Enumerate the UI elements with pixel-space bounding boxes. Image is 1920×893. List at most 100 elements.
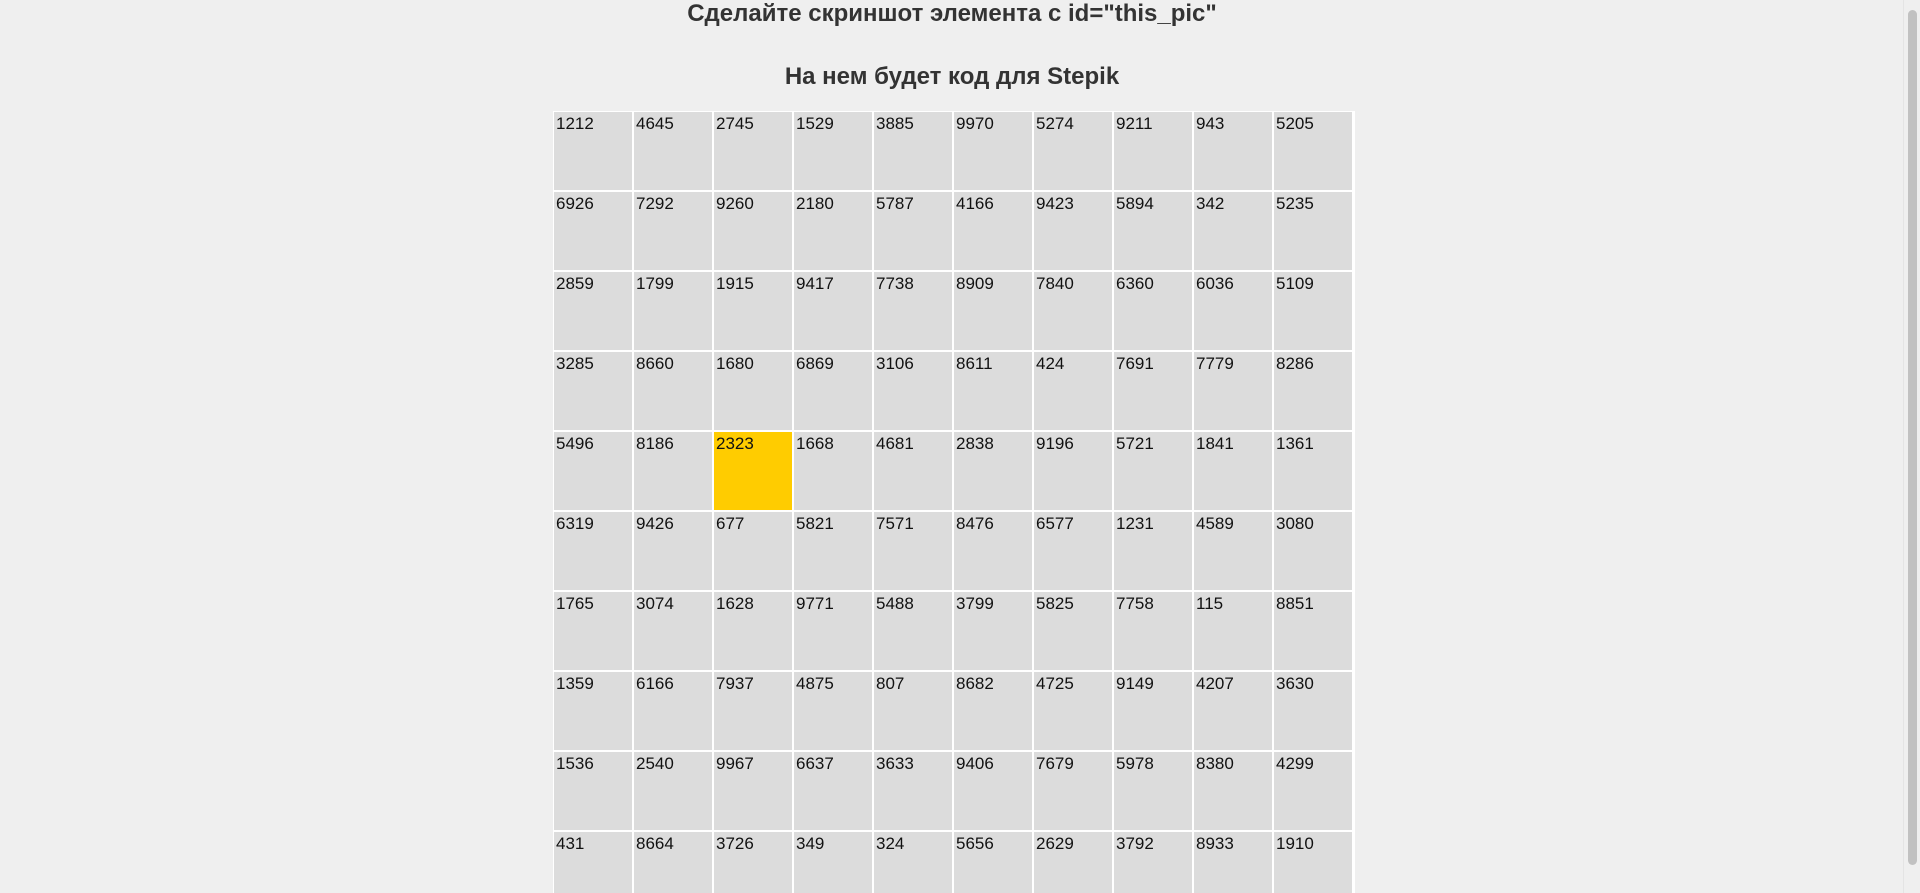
grid-cell: 4589 xyxy=(1194,512,1272,590)
grid-cell: 7292 xyxy=(634,192,712,270)
grid-cell: 5109 xyxy=(1274,272,1352,350)
grid-cell: 2838 xyxy=(954,432,1032,510)
grid-cell: 9423 xyxy=(1034,192,1112,270)
grid-cell: 5496 xyxy=(554,432,632,510)
grid-cell: 349 xyxy=(794,832,872,893)
grid-cell: 3080 xyxy=(1274,512,1352,590)
grid-cell: 3106 xyxy=(874,352,952,430)
grid-cell: 1361 xyxy=(1274,432,1352,510)
grid-cell: 5787 xyxy=(874,192,952,270)
grid-cell: 5821 xyxy=(794,512,872,590)
number-grid: 1212 4645 2745 1529 3885 9970 5274 9211 943 5205 6… xyxy=(553,111,1355,893)
grid-cell: 943 xyxy=(1194,112,1272,190)
grid-cell: 6036 xyxy=(1194,272,1272,350)
grid-cell: 5488 xyxy=(874,592,952,670)
grid-cell: 6637 xyxy=(794,752,872,830)
grid-cell: 9967 xyxy=(714,752,792,830)
grid-cell: 6166 xyxy=(634,672,712,750)
vertical-scrollbar[interactable] xyxy=(1903,0,1920,893)
page-title: Сделайте скриншот элемента с id="this_pi… xyxy=(687,0,1217,27)
grid-cell: 1680 xyxy=(714,352,792,430)
grid-cell: 8611 xyxy=(954,352,1032,430)
grid-cell: 8851 xyxy=(1274,592,1352,670)
grid-cell: 7571 xyxy=(874,512,952,590)
grid-cell: 1841 xyxy=(1194,432,1272,510)
grid-cell: 3285 xyxy=(554,352,632,430)
grid-cell: 1668 xyxy=(794,432,872,510)
grid-cell: 8286 xyxy=(1274,352,1352,430)
grid-cell: 677 xyxy=(714,512,792,590)
grid-cell: 9406 xyxy=(954,752,1032,830)
grid-cell: 5894 xyxy=(1114,192,1192,270)
grid-cell: 9196 xyxy=(1034,432,1112,510)
grid-cell: 115 xyxy=(1194,592,1272,670)
grid-cell: 4207 xyxy=(1194,672,1272,750)
grid-cell: 5235 xyxy=(1274,192,1352,270)
grid-cell: 9260 xyxy=(714,192,792,270)
grid-cell: 2859 xyxy=(554,272,632,350)
grid-cell: 9970 xyxy=(954,112,1032,190)
grid-cell: 1529 xyxy=(794,112,872,190)
grid-cell: 6577 xyxy=(1034,512,1112,590)
grid-cell: 5656 xyxy=(954,832,1032,893)
grid-cell: 7840 xyxy=(1034,272,1112,350)
grid-cell: 1799 xyxy=(634,272,712,350)
grid-cell: 4645 xyxy=(634,112,712,190)
grid-cell: 4875 xyxy=(794,672,872,750)
grid-cell: 807 xyxy=(874,672,952,750)
grid-cell: 1212 xyxy=(554,112,632,190)
grid-cell: 1359 xyxy=(554,672,632,750)
grid-cell: 6360 xyxy=(1114,272,1192,350)
grid-cell: 5274 xyxy=(1034,112,1112,190)
scrollbar-thumb[interactable] xyxy=(1908,10,1917,865)
grid-cell: 1536 xyxy=(554,752,632,830)
grid-cell: 431 xyxy=(554,832,632,893)
grid-cell: 7779 xyxy=(1194,352,1272,430)
grid-cell: 5825 xyxy=(1034,592,1112,670)
grid-cell: 3799 xyxy=(954,592,1032,670)
grid-cell: 8664 xyxy=(634,832,712,893)
grid-cell: 5205 xyxy=(1274,112,1352,190)
grid-cell: 324 xyxy=(874,832,952,893)
grid-cell: 7679 xyxy=(1034,752,1112,830)
grid-cell: 6926 xyxy=(554,192,632,270)
page-subtitle: На нем будет код для Stepik xyxy=(784,63,1120,90)
grid-cell: 3792 xyxy=(1114,832,1192,893)
grid-cell: 8476 xyxy=(954,512,1032,590)
grid-cell: 4166 xyxy=(954,192,1032,270)
grid-cell: 9149 xyxy=(1114,672,1192,750)
grid-cell: 3074 xyxy=(634,592,712,670)
grid-cell: 1915 xyxy=(714,272,792,350)
grid-cell: 7758 xyxy=(1114,592,1192,670)
page: Сделайте скриншот элемента с id="this_pi… xyxy=(0,0,1900,893)
grid-cell: 342 xyxy=(1194,192,1272,270)
grid-cell: 6869 xyxy=(794,352,872,430)
grid-cell: 7691 xyxy=(1114,352,1192,430)
grid-cell: 8682 xyxy=(954,672,1032,750)
grid-cell: 9771 xyxy=(794,592,872,670)
grid-cell: 8186 xyxy=(634,432,712,510)
grid-cell: 5721 xyxy=(1114,432,1192,510)
grid-cell: 9211 xyxy=(1114,112,1192,190)
grid-cell: 3885 xyxy=(874,112,952,190)
grid-cell: 9426 xyxy=(634,512,712,590)
grid-cell: 1231 xyxy=(1114,512,1192,590)
grid-cell: 9417 xyxy=(794,272,872,350)
grid-cell: 7738 xyxy=(874,272,952,350)
grid-cell: 5978 xyxy=(1114,752,1192,830)
grid-cell: 4681 xyxy=(874,432,952,510)
grid-cell: 3726 xyxy=(714,832,792,893)
grid-cell: 7937 xyxy=(714,672,792,750)
grid-cell: 3630 xyxy=(1274,672,1352,750)
grid-cell: 2629 xyxy=(1034,832,1112,893)
grid-cell: 2540 xyxy=(634,752,712,830)
grid-cell: 1910 xyxy=(1274,832,1352,893)
grid-cell: 8380 xyxy=(1194,752,1272,830)
grid-cell: 3633 xyxy=(874,752,952,830)
grid-cell: 2745 xyxy=(714,112,792,190)
grid-cell: 4299 xyxy=(1274,752,1352,830)
grid-cell: 424 xyxy=(1034,352,1112,430)
grid-cell: 8933 xyxy=(1194,832,1272,893)
grid-cell: 8660 xyxy=(634,352,712,430)
grid-cell: 8909 xyxy=(954,272,1032,350)
